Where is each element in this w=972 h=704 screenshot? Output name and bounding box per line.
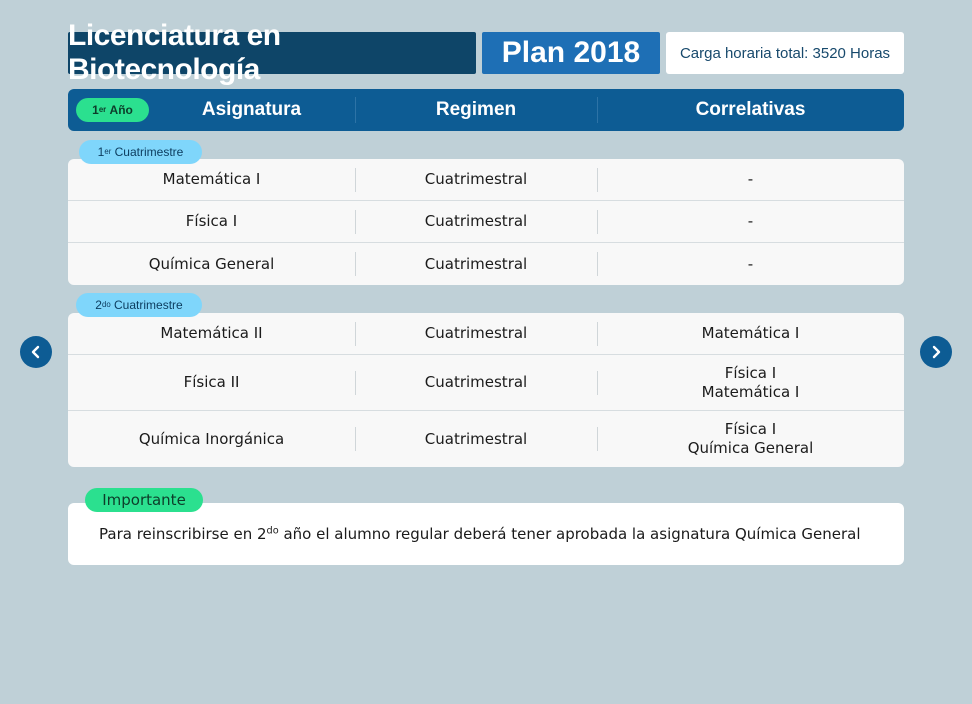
plan-badge: Plan 2018 xyxy=(482,32,660,74)
semester-label: Cuatrimestre xyxy=(114,145,184,159)
year-badge: 1 er Año xyxy=(76,98,149,122)
regime-cell: Cuatrimestral xyxy=(424,170,528,188)
year-number: 1 xyxy=(92,103,99,117)
subject-cell: Física I xyxy=(185,212,238,230)
table-row: Química General Cuatrimestral - xyxy=(68,243,904,285)
correlative-item: - xyxy=(747,170,754,188)
subject-cell: Matemática I xyxy=(162,170,261,188)
subject-cell: Química Inorgánica xyxy=(138,429,285,448)
semester-2-table: Matemática II Cuatrimestral Matemática I… xyxy=(68,313,904,467)
regime-cell: Cuatrimestral xyxy=(424,324,528,342)
table-row: Física II Cuatrimestral Física I Matemát… xyxy=(68,355,904,411)
correlative-item: Matemática I xyxy=(701,324,800,342)
correlative-item: Matemática I xyxy=(701,382,800,401)
correlative-item: Física I xyxy=(724,363,777,382)
correlatives-cell: Física I Matemática I xyxy=(597,355,904,410)
next-button[interactable] xyxy=(920,336,952,368)
semester-number: 2 xyxy=(95,298,102,312)
correlatives-cell: Física I Química General xyxy=(597,411,904,467)
regime-cell: Cuatrimestral xyxy=(424,373,528,391)
chevron-left-icon xyxy=(31,345,40,359)
year-label: Año xyxy=(109,103,133,117)
table-row: Química Inorgánica Cuatrimestral Física … xyxy=(68,411,904,467)
important-badge: Importante xyxy=(85,488,203,512)
table-row: Matemática I Cuatrimestral - xyxy=(68,159,904,201)
correlatives-cell: Matemática I xyxy=(597,313,904,354)
note-text-start: Para reinscribirse en 2 xyxy=(99,525,267,543)
table-row: Matemática II Cuatrimestral Matemática I xyxy=(68,313,904,355)
chevron-right-icon xyxy=(932,345,941,359)
subject-column-header: Asignatura xyxy=(201,99,302,120)
semester-2-badge: 2 do Cuatrimestre xyxy=(76,293,202,317)
previous-button[interactable] xyxy=(20,336,52,368)
total-hours-label: Carga horaria total: 3520 Horas xyxy=(666,32,904,74)
note-text-sup: do xyxy=(266,525,279,537)
correlatives-cell: - xyxy=(597,201,904,242)
semester-1-table: Matemática I Cuatrimestral - Física I Cu… xyxy=(68,159,904,285)
semester-number: 1 xyxy=(97,145,105,159)
subject-cell: Matemática II xyxy=(160,324,263,342)
semester-label: Cuatrimestre xyxy=(114,298,183,312)
regime-column-header: Regimen xyxy=(435,99,517,120)
important-text: Para reinscribirse en 2do año el alumno … xyxy=(99,525,861,543)
important-note: Para reinscribirse en 2do año el alumno … xyxy=(68,503,904,565)
correlatives-cell: - xyxy=(597,243,904,285)
correlatives-cell: - xyxy=(597,159,904,200)
program-title: Licenciatura en Biotecnología xyxy=(68,19,476,86)
regime-cell: Cuatrimestral xyxy=(424,212,528,230)
correlative-item: - xyxy=(747,254,754,273)
semester-1-badge: 1 er Cuatrimestre xyxy=(79,140,202,164)
regime-cell: Cuatrimestral xyxy=(424,429,528,448)
correlatives-column-header: Correlativas xyxy=(695,99,806,120)
correlative-item: - xyxy=(747,212,754,230)
regime-cell: Cuatrimestral xyxy=(424,254,528,273)
subject-cell: Física II xyxy=(183,373,240,391)
subject-cell: Química General xyxy=(148,254,275,273)
correlative-item: Química General xyxy=(687,439,814,457)
note-text-end: año el alumno regular deberá tener aprob… xyxy=(278,525,861,543)
table-header: 1 er Año Asignatura Regimen Correlativas xyxy=(68,89,904,131)
table-row: Física I Cuatrimestral - xyxy=(68,201,904,243)
correlative-item: Física I xyxy=(724,420,777,438)
